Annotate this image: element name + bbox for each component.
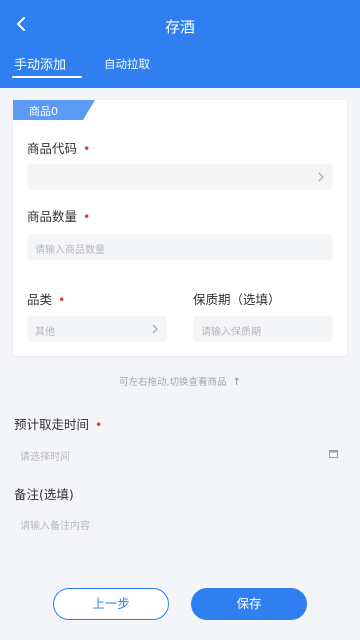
chevron-right-icon xyxy=(318,172,324,182)
remark-input[interactable]: 请输入备注内容 xyxy=(12,510,346,536)
product-badge: 商品0 xyxy=(29,105,58,118)
pickup-time-placeholder: 请选择时间 xyxy=(20,452,70,463)
prev-step-button[interactable]: 上一步 xyxy=(53,588,169,620)
required-mark: • xyxy=(95,417,103,432)
pickup-time-label-text: 预计取走时间 xyxy=(14,417,90,432)
page-title: 存酒 xyxy=(164,18,195,36)
product-qty-label-text: 商品数量 xyxy=(27,209,78,224)
swipe-hint: 可左右拖动,切换查看商品 ↑ xyxy=(0,374,360,388)
chevron-right-icon xyxy=(152,324,158,334)
calendar-icon xyxy=(329,450,338,458)
product-code-label: 商品代码 • xyxy=(27,138,90,157)
shelf-life-input[interactable]: 请输入保质期 xyxy=(193,316,333,342)
product-card[interactable]: 商品0 商品代码 • 商品数量 • 请输入商品数量 品类 • 其他 保质期（选填） 请… xyxy=(13,100,347,356)
product-code-label-text: 商品代码 xyxy=(27,141,78,156)
save-button[interactable]: 保存 xyxy=(191,588,307,620)
required-mark: • xyxy=(83,209,91,224)
required-mark: • xyxy=(58,292,66,307)
remark-placeholder: 请输入备注内容 xyxy=(20,521,90,532)
remark-label: 备注(选填) xyxy=(14,487,74,502)
category-label-text: 品类 xyxy=(27,292,53,307)
swipe-hint-text: 可左右拖动,切换查看商品 xyxy=(119,377,227,388)
product-code-field[interactable] xyxy=(27,164,333,190)
pickup-time-picker[interactable]: 请选择时间 xyxy=(12,441,346,467)
product-qty-label: 商品数量 • xyxy=(27,206,90,225)
category-select[interactable]: 其他 xyxy=(27,316,167,342)
arrow-up-icon: ↑ xyxy=(232,377,241,388)
product-qty-input[interactable]: 请输入商品数量 xyxy=(27,234,333,260)
shelf-life-placeholder: 请输入保质期 xyxy=(201,327,261,338)
header: 存酒 手动添加 自动拉取 xyxy=(0,0,360,88)
tab-auto-pull[interactable]: 自动拉取 xyxy=(104,56,150,72)
category-label: 品类 • xyxy=(27,289,65,308)
product-qty-placeholder: 请输入商品数量 xyxy=(35,245,105,256)
category-value: 其他 xyxy=(35,327,55,338)
tab-manual-add[interactable]: 手动添加 xyxy=(14,54,66,73)
active-tab-indicator xyxy=(12,76,82,78)
shelf-life-label: 保质期（选填） xyxy=(193,292,281,307)
pickup-time-label: 预计取走时间 • xyxy=(14,414,102,433)
required-mark: • xyxy=(83,141,91,156)
